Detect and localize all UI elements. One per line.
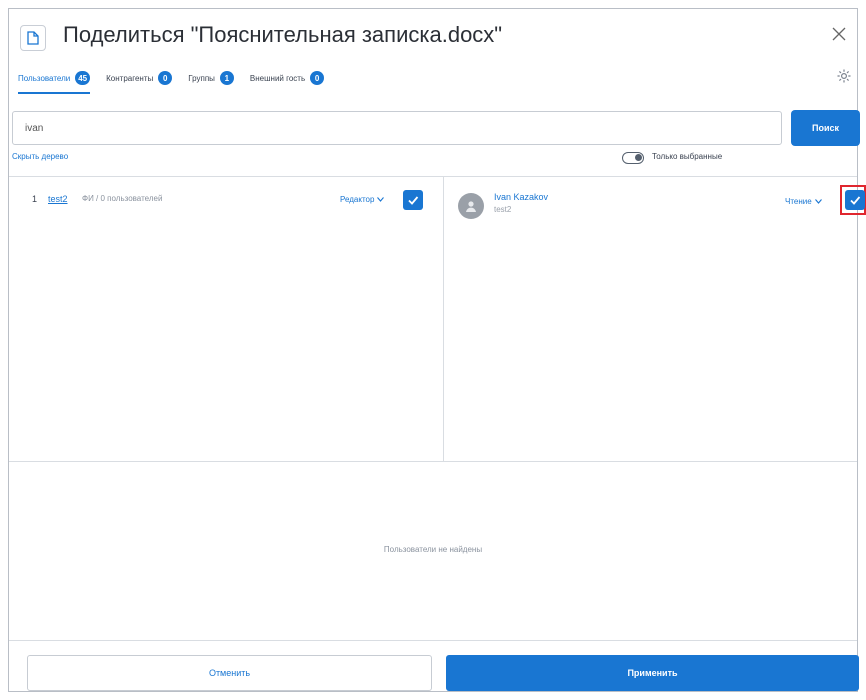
- search-input[interactable]: [12, 111, 782, 145]
- divider: [9, 176, 857, 177]
- user-name-link[interactable]: Ivan Kazakov: [494, 192, 548, 202]
- search-button[interactable]: Поиск: [791, 110, 860, 146]
- user-icon: [466, 201, 476, 212]
- count-badge: 0: [158, 71, 173, 85]
- role-dropdown[interactable]: Редактор: [340, 195, 385, 204]
- check-icon: [850, 196, 861, 205]
- select-checkbox[interactable]: [403, 190, 423, 210]
- apply-button[interactable]: Применить: [446, 655, 859, 691]
- gear-icon: [837, 69, 851, 83]
- close-button[interactable]: [827, 22, 851, 46]
- count-badge: 0: [310, 71, 325, 85]
- dialog-title: Поделиться "Пояснительная записка.docx": [63, 22, 503, 47]
- tab-label: Пользователи: [18, 73, 71, 83]
- select-checkbox[interactable]: [845, 190, 865, 210]
- only-selected-label: Только выбранные: [652, 152, 723, 161]
- divider: [443, 177, 444, 461]
- row-number: 1: [32, 194, 38, 204]
- tab-bar: Пользователи 45 Контрагенты 0 Группы 1 В…: [18, 64, 340, 94]
- role-label: Чтение: [785, 197, 812, 206]
- user-login: test2: [494, 205, 512, 214]
- document-icon: [20, 25, 46, 51]
- tab-label: Группы: [188, 73, 215, 83]
- tab-users[interactable]: Пользователи 45: [18, 64, 91, 94]
- divider: [9, 461, 857, 462]
- tab-groups[interactable]: Группы 1: [188, 64, 234, 92]
- only-selected-toggle[interactable]: [622, 152, 644, 164]
- tab-external-guest[interactable]: Внешний гость 0: [249, 64, 325, 92]
- group-login-link[interactable]: test2: [48, 194, 68, 204]
- hide-tree-link[interactable]: Скрыть дерево: [12, 152, 68, 161]
- cancel-button[interactable]: Отменить: [27, 655, 432, 691]
- group-info: ФИ / 0 пользователей: [82, 194, 163, 203]
- close-icon: [832, 27, 846, 41]
- tab-label: Контрагенты: [106, 73, 154, 83]
- role-dropdown[interactable]: Чтение: [785, 197, 822, 206]
- check-icon: [408, 196, 419, 205]
- avatar: [458, 193, 484, 219]
- divider: [9, 640, 857, 641]
- chevron-down-icon: [814, 199, 822, 204]
- tab-contractors[interactable]: Контрагенты 0: [106, 64, 173, 92]
- chevron-down-icon: [377, 197, 385, 202]
- empty-state-message: Пользователи не найдены: [383, 545, 483, 554]
- tab-label: Внешний гость: [249, 73, 306, 83]
- role-label: Редактор: [340, 195, 375, 204]
- settings-button[interactable]: [832, 64, 856, 88]
- count-badge: 1: [219, 71, 234, 85]
- count-badge: 45: [75, 71, 91, 85]
